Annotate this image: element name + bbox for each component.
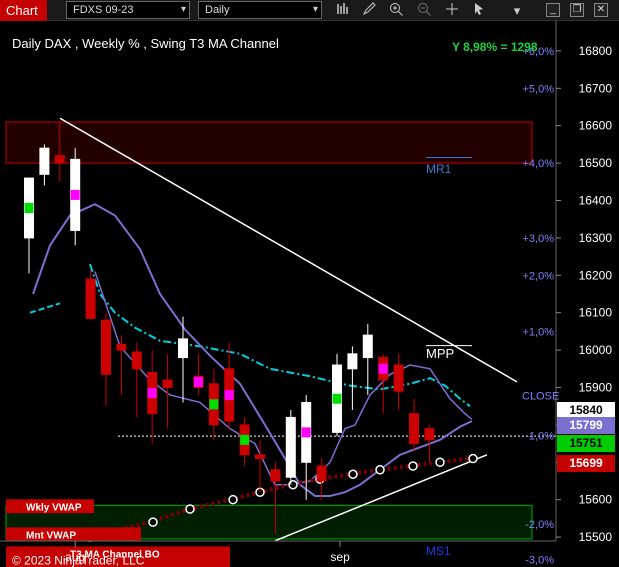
- dropdown-icon[interactable]: ▾: [508, 2, 526, 19]
- support-circle: [408, 461, 418, 471]
- candle-body: [101, 319, 111, 375]
- candle-body: [116, 343, 127, 351]
- mpp-label: MPP: [426, 346, 454, 361]
- candle-body: [362, 334, 373, 359]
- price-tick-label: 15900: [579, 380, 613, 394]
- crosshair-icon[interactable]: [443, 2, 461, 19]
- price-tick-label: 16600: [579, 119, 613, 133]
- zoom-in-icon[interactable]: [388, 2, 406, 19]
- candle-signal-marker: [209, 399, 219, 410]
- zone-label-mr1: MR1: [426, 162, 452, 176]
- price-tag-15699: 15699: [557, 454, 615, 472]
- chart-title: Daily DAX , Weekly % , Swing T3 MA Chann…: [12, 36, 279, 51]
- support-circle: [185, 504, 195, 514]
- support-circle: [375, 465, 385, 475]
- price-chart[interactable]: MR1MS1 MPPWkly VWAPMnt VWAPT3 MA Channel…: [0, 21, 619, 567]
- pct-tick-label: -3,0%: [525, 555, 554, 567]
- candle-body: [39, 147, 50, 175]
- price-tick-label: 16300: [579, 231, 613, 245]
- candle-body: [131, 351, 142, 370]
- zone-mr1: [5, 121, 533, 164]
- candle-body: [424, 428, 435, 441]
- pct-tick-label: -2,0%: [525, 519, 554, 531]
- support-circle: [468, 453, 478, 464]
- pct-tick-label: +3,0%: [523, 233, 555, 245]
- candle-body: [162, 379, 173, 388]
- candle-signal-marker: [147, 388, 157, 399]
- price-tick-label: 16400: [579, 194, 613, 208]
- price-tick-label: 15500: [579, 530, 613, 544]
- candle-body: [178, 338, 188, 359]
- weekly-vwap-label: Wkly VWAP: [26, 502, 82, 513]
- candle-body: [54, 155, 65, 164]
- chevron-down-icon: ▾: [180, 4, 186, 15]
- pct-tick-label: +4,0%: [523, 158, 555, 170]
- zone-label-ms1: MS1: [426, 544, 451, 558]
- candle-signal-marker: [332, 393, 342, 404]
- support-circle: [435, 457, 445, 468]
- support-circle: [148, 517, 158, 527]
- price-tick-label: 16800: [579, 44, 613, 58]
- price-tick-label: 16700: [579, 81, 613, 95]
- candle-body: [347, 353, 358, 370]
- period-value: Daily: [205, 4, 230, 16]
- pct-tick-label: +1,0%: [523, 326, 555, 338]
- pct-tick-label: +2,0%: [523, 270, 555, 282]
- time-tick-label: sep: [330, 550, 350, 564]
- support-circle: [348, 469, 358, 480]
- close-icon[interactable]: ✕: [594, 3, 608, 17]
- candle-body: [409, 413, 419, 445]
- instrument-value: FDXS 09-23: [73, 4, 134, 16]
- candle-signal-marker: [240, 434, 250, 445]
- candle-body: [270, 469, 281, 482]
- bar-style-icon[interactable]: [334, 2, 352, 19]
- support-circle: [228, 494, 238, 505]
- candle-signal-marker: [378, 363, 388, 374]
- price-tick-label: 16200: [579, 268, 613, 282]
- minimize-icon[interactable]: _: [546, 3, 560, 17]
- pct-tick-label: +5,0%: [523, 83, 555, 95]
- candle-body: [393, 364, 404, 392]
- time-tick-label: aug: [65, 550, 85, 564]
- candle-body: [316, 465, 327, 482]
- pct-tick-label: -1,0%: [525, 430, 554, 442]
- support-circle: [288, 479, 298, 490]
- candle-signal-marker: [301, 427, 311, 438]
- candle-signal-marker: [24, 202, 34, 213]
- chart-tab[interactable]: Chart: [0, 0, 47, 21]
- price-tag-15751: 15751: [557, 435, 615, 453]
- monthly-vwap-label: Mnt VWAP: [26, 530, 76, 541]
- chevron-down-icon: ▾: [312, 4, 318, 15]
- draw-pencil-icon[interactable]: [361, 2, 379, 19]
- candle-signal-marker: [193, 376, 203, 387]
- price-tick-label: 16000: [579, 343, 613, 357]
- price-tag-15799: 15799: [557, 417, 615, 435]
- price-tick-label: 16500: [579, 156, 613, 170]
- candle-body: [285, 416, 296, 478]
- restore-icon[interactable]: ❐: [570, 3, 584, 17]
- top-right-label: Y 8,98% = 1298: [452, 40, 538, 54]
- arrow-icon[interactable]: [470, 2, 488, 19]
- price-tick-label: 15600: [579, 493, 613, 507]
- candle-body: [255, 454, 265, 460]
- zoom-out-icon[interactable]: [416, 2, 434, 19]
- period-selector[interactable]: Daily ▾: [198, 1, 322, 19]
- chart-toolbar: Chart FDXS 09-23 ▾ Daily ▾ ▾ _ ❐ ✕: [0, 0, 619, 21]
- close-label: CLOSE: [522, 391, 559, 403]
- price-tick-label: 16100: [579, 306, 613, 320]
- candle-body: [85, 278, 96, 319]
- candle-signal-marker: [224, 389, 234, 400]
- instrument-selector[interactable]: FDXS 09-23 ▾: [66, 1, 190, 19]
- candle-signal-marker: [70, 189, 80, 200]
